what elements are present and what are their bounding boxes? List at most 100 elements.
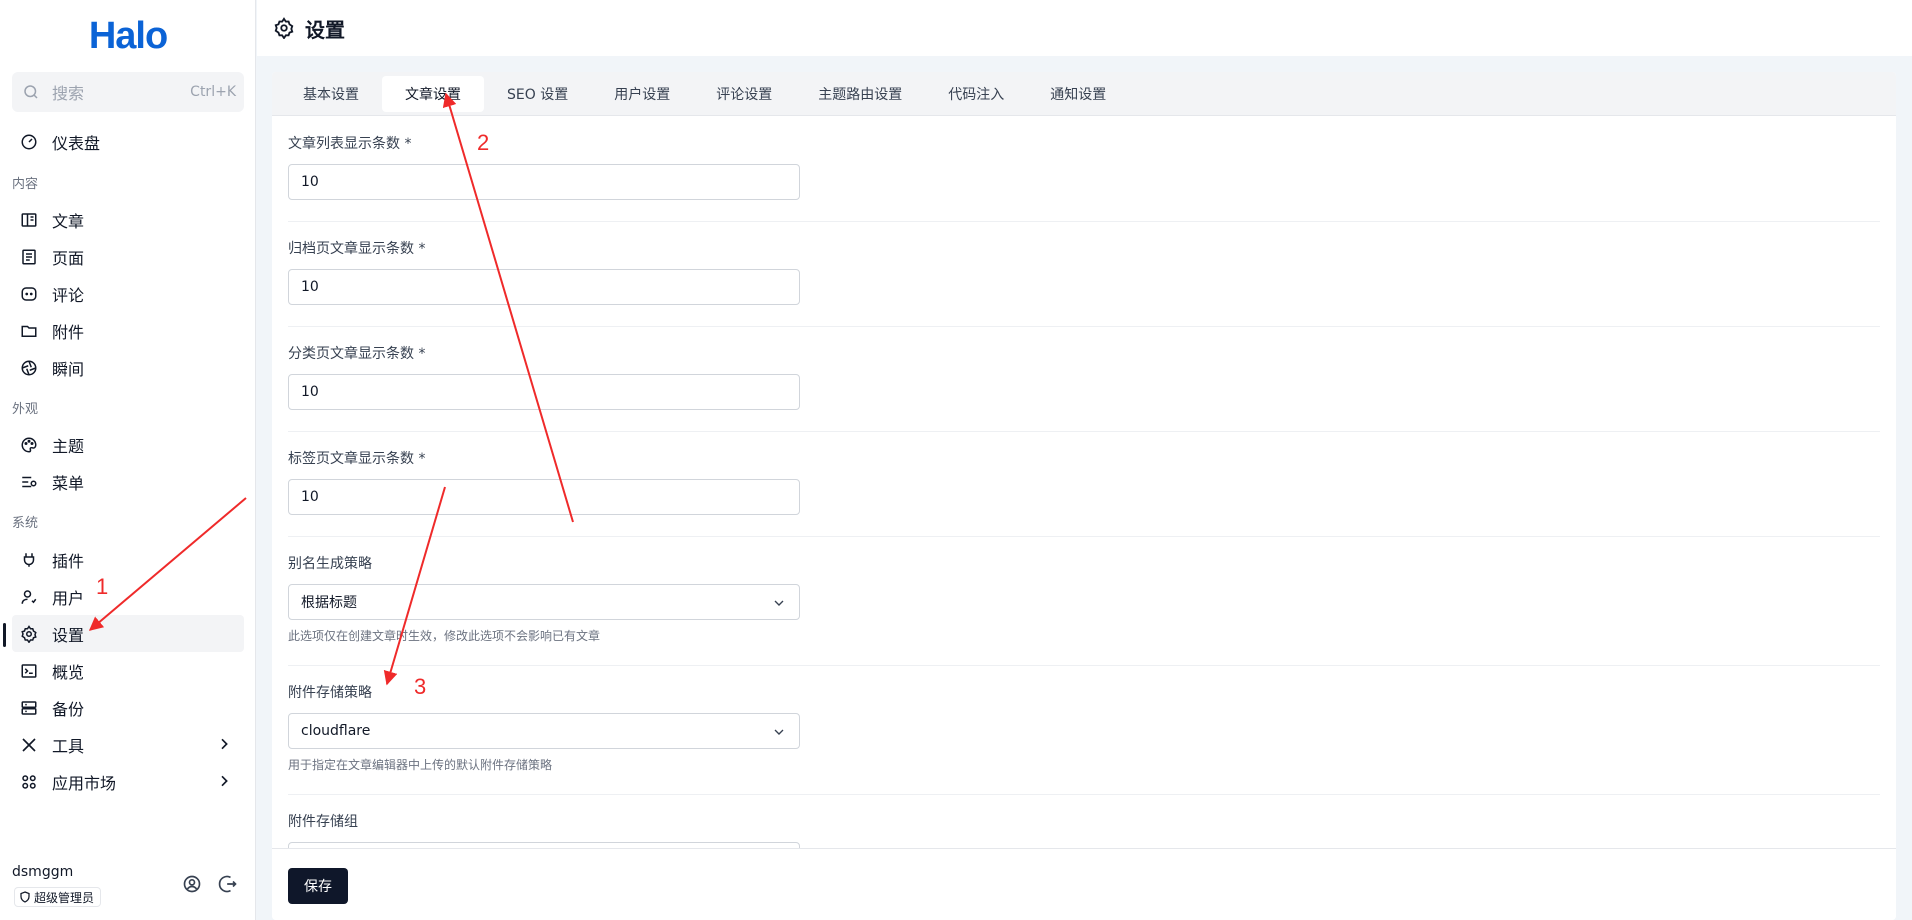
sidebar-item-app-market[interactable]: 应用市场 xyxy=(12,763,244,800)
book-open-icon xyxy=(21,212,37,227)
tab-post[interactable]: 文章设置 xyxy=(382,75,484,112)
group-label-system: 系统 xyxy=(12,516,39,531)
field-label: 归档页文章显示条数 * xyxy=(288,241,426,257)
menu-list-icon xyxy=(22,476,37,487)
sidebar-item-label: 设置 xyxy=(52,625,85,645)
sidebar-item-label: 概览 xyxy=(52,662,85,682)
search-shortcut: Ctrl+K xyxy=(190,84,236,100)
field-label: 文章列表显示条数 * xyxy=(288,136,412,152)
annotation-number-2: 2 xyxy=(477,130,490,155)
search-placeholder: 搜索 xyxy=(52,84,85,103)
active-indicator xyxy=(3,623,6,647)
field-label: 附件存储组 xyxy=(288,814,358,830)
sidebar-item-label: 主题 xyxy=(52,436,85,456)
archive-size-input[interactable]: 10 xyxy=(288,269,800,305)
save-button[interactable]: 保存 xyxy=(288,868,348,904)
app-root: Halo 搜索 Ctrl+K 仪表盘 内容 文章 页面 评论 附件 瞬间 外观 … xyxy=(0,0,1912,920)
tab-basic[interactable]: 基本设置 xyxy=(280,76,382,112)
annotation-number-1: 1 xyxy=(96,574,109,599)
field-attachment-policy: 附件存储策略 cloudflare 用于指定在文章编辑器中上传的默认附件存储策略 xyxy=(288,682,800,773)
settings-tabs: 基本设置 文章设置 SEO 设置 用户设置 评论设置 主题路由设置 代码注入 通… xyxy=(272,72,1896,116)
field-tag-size: 标签页文章显示条数 * 10 xyxy=(288,448,800,515)
slug-strategy-select[interactable]: 根据标题 xyxy=(288,584,800,620)
sidebar-item-label: 评论 xyxy=(52,285,85,305)
palette-icon xyxy=(21,436,37,453)
sidebar-item-label: 备份 xyxy=(52,699,85,719)
field-slug-strategy: 别名生成策略 根据标题 此选项仅在创建文章时生效，修改此选项不会影响已有文章 xyxy=(288,553,800,644)
category-size-input[interactable]: 10 xyxy=(288,374,800,410)
field-help: 用于指定在文章编辑器中上传的默认附件存储策略 xyxy=(288,758,553,772)
terminal-icon xyxy=(21,663,37,678)
sidebar-item-overview[interactable]: 概览 xyxy=(12,652,244,689)
field-post-list-size: 文章列表显示条数 * 10 xyxy=(288,133,800,200)
user-profile-icon[interactable] xyxy=(182,874,202,894)
plug-icon xyxy=(23,552,35,567)
field-help: 此选项仅在创建文章时生效，修改此选项不会影响已有文章 xyxy=(288,629,601,643)
divider xyxy=(288,326,1880,327)
field-label: 标签页文章显示条数 * xyxy=(288,451,426,467)
divider xyxy=(288,665,1880,666)
field-label: 附件存储策略 xyxy=(288,685,372,701)
sidebar-item-users[interactable]: 用户 xyxy=(12,578,244,615)
sidebar-item-label: 附件 xyxy=(52,322,85,342)
post-list-size-input[interactable]: 10 xyxy=(288,164,800,200)
tab-comment[interactable]: 评论设置 xyxy=(693,76,795,112)
sidebar-item-dashboard[interactable]: 仪表盘 xyxy=(12,123,244,160)
group-label-content: 内容 xyxy=(12,177,39,192)
tab-user[interactable]: 用户设置 xyxy=(591,76,693,112)
sidebar-item-label: 用户 xyxy=(52,588,85,608)
folder-icon xyxy=(21,325,37,337)
form-footer: 保存 xyxy=(272,848,1896,920)
sidebar-item-attachments[interactable]: 附件 xyxy=(12,312,244,349)
server-icon xyxy=(21,700,37,715)
divider xyxy=(288,221,1880,222)
sidebar-item-themes[interactable]: 主题 xyxy=(12,426,244,463)
sidebar-item-label: 页面 xyxy=(52,248,85,268)
sidebar-item-label: 应用市场 xyxy=(52,773,117,793)
chevron-right-icon xyxy=(221,775,228,787)
sidebar-item-tools[interactable]: 工具 xyxy=(12,726,244,763)
sidebar-item-settings[interactable]: 设置 xyxy=(12,615,244,652)
shield-icon xyxy=(20,891,30,903)
tag-size-input[interactable]: 10 xyxy=(288,479,800,515)
sidebar-item-moments[interactable]: 瞬间 xyxy=(12,349,244,386)
tab-theme-route[interactable]: 主题路由设置 xyxy=(795,76,925,112)
field-label: 分类页文章显示条数 * xyxy=(288,346,426,362)
tools-icon xyxy=(22,737,36,752)
search-box[interactable]: 搜索 Ctrl+K xyxy=(12,72,244,112)
sidebar-item-menus[interactable]: 菜单 xyxy=(12,463,244,500)
select-value: 根据标题 xyxy=(301,595,357,611)
halo-logo[interactable]: Halo xyxy=(86,14,170,58)
sidebar-item-backup[interactable]: 备份 xyxy=(12,689,244,726)
attachment-policy-select[interactable]: cloudflare xyxy=(288,713,800,749)
apps-grid-icon xyxy=(22,774,36,789)
sidebar-item-label: 瞬间 xyxy=(52,359,85,379)
logout-icon[interactable] xyxy=(218,874,238,894)
select-value: cloudflare xyxy=(301,723,371,739)
page-title: 设置 xyxy=(305,17,345,42)
divider xyxy=(288,431,1880,432)
tab-notification[interactable]: 通知设置 xyxy=(1027,76,1129,112)
gear-icon xyxy=(274,17,294,39)
sidebar-item-posts[interactable]: 文章 xyxy=(12,201,244,238)
sidebar-item-pages[interactable]: 页面 xyxy=(12,238,244,275)
tab-seo[interactable]: SEO 设置 xyxy=(484,76,591,112)
chevron-down-icon xyxy=(774,729,784,735)
search-icon xyxy=(24,85,38,99)
annotation-number-3: 3 xyxy=(414,674,427,699)
role-badge: 超级管理员 xyxy=(14,887,102,907)
sidebar-item-label: 仪表盘 xyxy=(52,133,101,153)
sidebar-item-plugins[interactable]: 插件 xyxy=(12,541,244,578)
chevron-right-icon xyxy=(221,738,228,750)
divider xyxy=(288,794,1880,795)
field-category-size: 分类页文章显示条数 * 10 xyxy=(288,343,800,410)
tab-code-inject[interactable]: 代码注入 xyxy=(925,76,1027,112)
role-label: 超级管理员 xyxy=(34,890,95,905)
sidebar: Halo 搜索 Ctrl+K 仪表盘 内容 文章 页面 评论 附件 瞬间 外观 … xyxy=(0,0,256,920)
aperture-icon xyxy=(21,360,37,375)
page-header: 设置 xyxy=(257,0,1912,56)
sidebar-item-comments[interactable]: 评论 xyxy=(12,275,244,312)
page-icon xyxy=(22,249,36,264)
group-label-appearance: 外观 xyxy=(12,402,39,417)
comment-icon xyxy=(21,286,37,301)
